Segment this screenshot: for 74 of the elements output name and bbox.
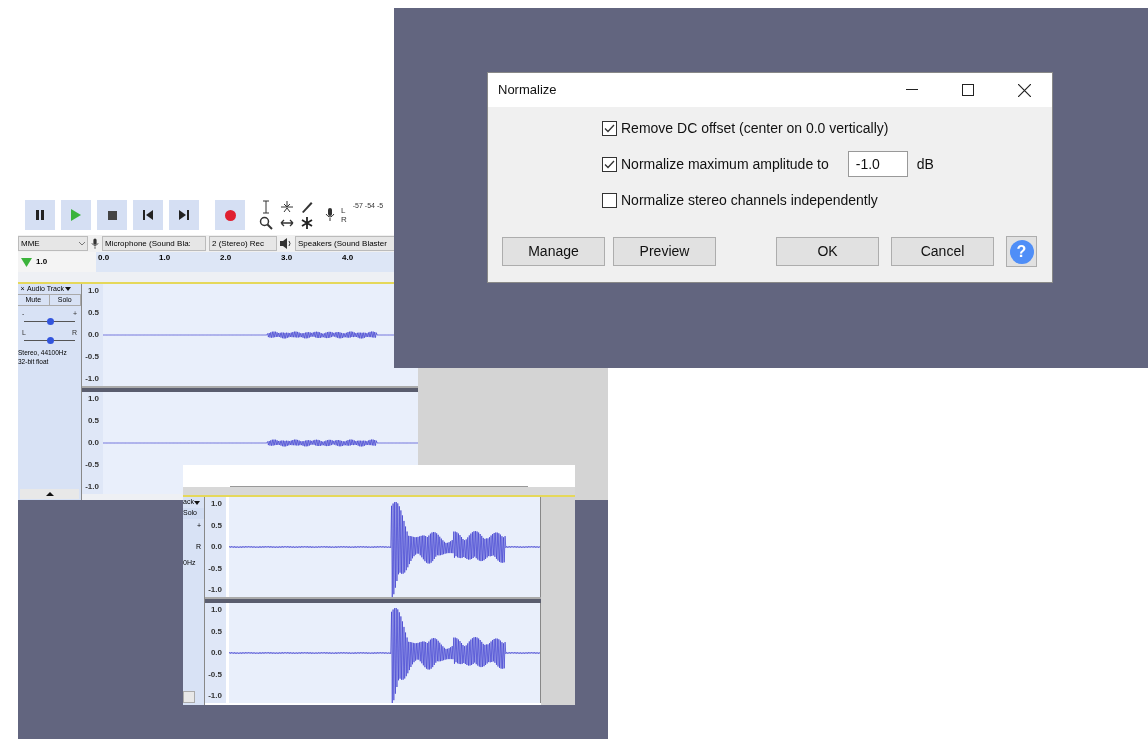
collapse-button[interactable] <box>20 489 79 499</box>
amplitude-label: -1.0 <box>208 690 222 702</box>
option-label: Remove DC offset (center on 0.0 vertically) <box>621 118 889 138</box>
record-icon <box>224 209 236 221</box>
dialog-button[interactable]: OK <box>776 237 879 266</box>
slider-thumb[interactable] <box>46 318 54 325</box>
amplitude-label: -0.5 <box>208 562 222 575</box>
time-tick-label: 4.0 <box>342 252 355 264</box>
window-title: Normalize <box>498 81 558 100</box>
slider-thumb[interactable] <box>46 337 54 344</box>
amplitude-label: -0.5 <box>208 668 222 681</box>
play-icon <box>71 209 81 221</box>
recording-device-dropdown[interactable]: Microphone (Sound Bla: <box>102 236 206 251</box>
dialog-button[interactable]: Manage <box>502 237 605 266</box>
pencil-icon <box>300 200 315 214</box>
amplitude-label: 1.0 <box>210 498 222 510</box>
channels-dropdown[interactable]: 2 (Stereo) Rec <box>209 236 277 251</box>
microphone-icon <box>325 208 335 222</box>
checkbox[interactable] <box>602 192 617 208</box>
amplitude-label: 0.5 <box>87 307 99 319</box>
checkbox[interactable] <box>602 156 617 172</box>
check-icon <box>604 159 615 169</box>
skip-end-icon <box>179 210 189 220</box>
amplitude-label: -1.0 <box>85 373 99 385</box>
pause-icon <box>35 210 45 220</box>
stop-button[interactable] <box>97 200 127 230</box>
playback-level-label: 1.0 <box>36 256 49 268</box>
amplitude-label: 1.0 <box>87 285 99 297</box>
host-dropdown[interactable]: MME <box>18 236 88 251</box>
amplitude-label: -1.0 <box>208 584 222 596</box>
amplitude-label: 0.5 <box>210 625 222 638</box>
amplitude-label: 1.0 <box>87 393 99 405</box>
check-icon <box>604 123 615 133</box>
time-tick-label: 2.0 <box>220 252 233 264</box>
zoom-icon <box>259 216 273 230</box>
option-label: Normalize stereo channels independently <box>621 190 878 210</box>
maximize-icon[interactable] <box>962 84 974 96</box>
checkbox[interactable] <box>602 120 617 136</box>
skip-end-button[interactable] <box>169 200 199 230</box>
time-tick-label: 1.0 <box>159 252 172 264</box>
microphone-icon <box>91 237 99 250</box>
stop-icon <box>107 210 117 220</box>
amplitude-label: 0.0 <box>210 647 222 659</box>
amplitude-label: 1.0 <box>210 604 222 616</box>
time-tick-label: 0.0 <box>98 252 111 264</box>
amplitude-label: 0.5 <box>210 519 222 532</box>
asterisk-icon <box>300 216 315 230</box>
amplitude-input[interactable]: -1.0 <box>847 151 908 177</box>
caret-icon <box>64 287 71 291</box>
pause-button[interactable] <box>25 200 55 230</box>
skip-start-icon <box>143 210 153 220</box>
up-triangle-icon <box>45 492 54 496</box>
time-tick-label: 3.0 <box>281 252 294 264</box>
meter-channel-label: R <box>341 215 347 224</box>
amplitude-label: 0.0 <box>87 437 99 449</box>
record-button[interactable] <box>215 200 245 230</box>
meter-channel-label: L <box>341 206 347 215</box>
amplitude-label: 0.5 <box>87 415 99 427</box>
amplitude-label: 0.0 <box>210 541 222 553</box>
dialog-button[interactable]: Cancel <box>891 237 994 266</box>
close-icon[interactable] <box>1018 83 1031 97</box>
play-head-icon <box>21 258 32 267</box>
minimize-icon[interactable] <box>906 89 918 91</box>
amplitude-label: -0.5 <box>85 351 99 363</box>
option-label: Normalize maximum amplitude to <box>621 154 829 174</box>
unit-label: dB <box>916 154 934 174</box>
chevron-down-icon <box>79 241 85 246</box>
amplitude-label: -1.0 <box>85 481 99 493</box>
envelope-icon <box>279 200 294 214</box>
amplitude-label: 0.0 <box>87 329 99 341</box>
speaker-icon <box>280 238 292 249</box>
skip-start-button[interactable] <box>133 200 163 230</box>
dialog-button[interactable]: Preview <box>613 237 716 266</box>
amplitude-label: -0.5 <box>85 459 99 471</box>
